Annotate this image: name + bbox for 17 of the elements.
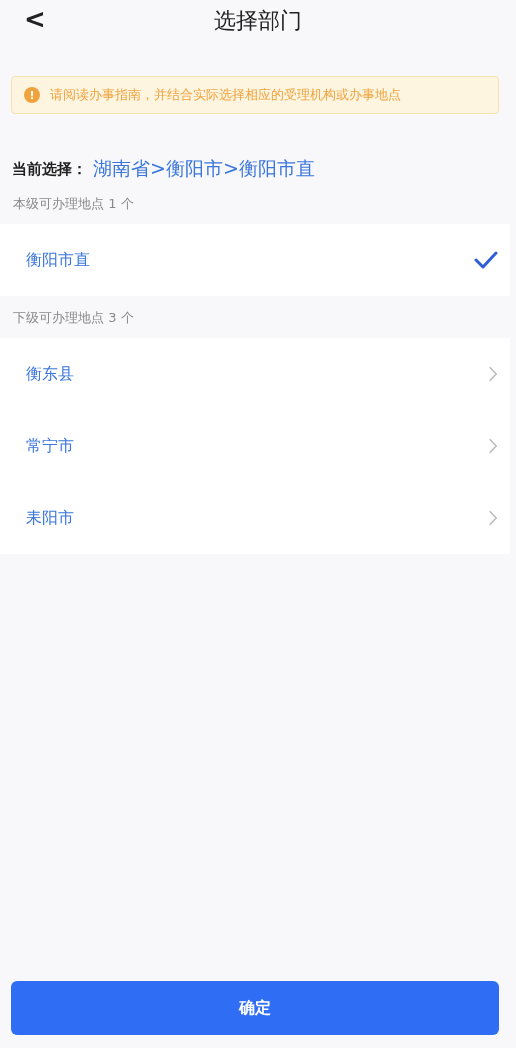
location-item[interactable]: 常宁市 [0, 410, 510, 482]
current-selection-path: 湖南省>衡阳市>衡阳市直 [93, 156, 315, 181]
section-label: 下级可办理地点 3 个 [12, 309, 135, 327]
page-title: 选择部门 [214, 7, 302, 35]
location-item[interactable]: 衡阳市直 [0, 224, 510, 296]
notice-text: 请阅读办事指南，并结合实际选择相应的受理机构或办事地点 [50, 86, 401, 104]
location-item[interactable]: 耒阳市 [0, 482, 510, 554]
chevron-icon [488, 437, 498, 455]
check-icon [474, 250, 498, 270]
section-label: 本级可办理地点 1 个 [12, 195, 135, 213]
chevron-icon [488, 365, 498, 383]
location-item[interactable]: 衡东县 [0, 338, 510, 410]
confirm-button[interactable]: 确定 [11, 981, 499, 1035]
warning-icon: ! [24, 87, 40, 103]
current-selection-label: 当前选择： [12, 159, 87, 179]
back-button[interactable]: < [24, 4, 46, 34]
chevron-icon [488, 509, 498, 527]
